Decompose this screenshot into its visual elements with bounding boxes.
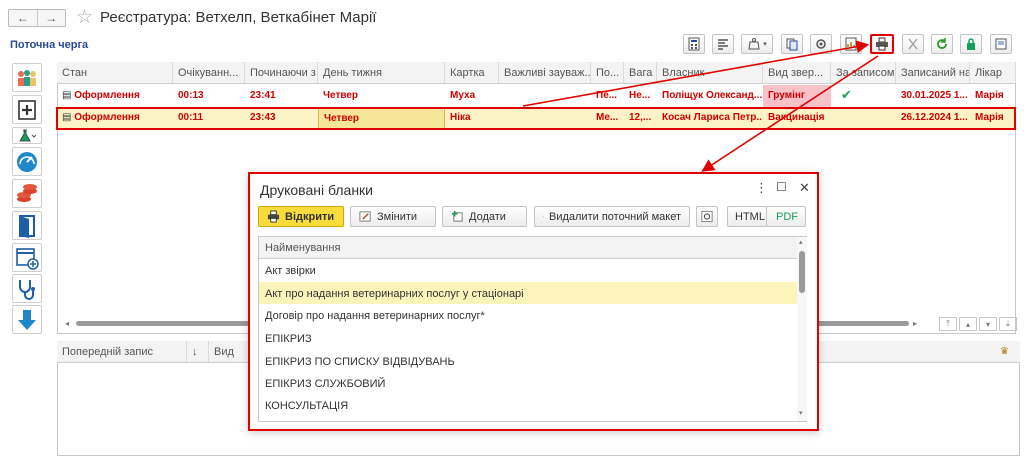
gear-icon bbox=[701, 210, 713, 223]
open-button[interactable]: Відкрити bbox=[258, 206, 344, 227]
add-icon bbox=[451, 210, 463, 222]
close-icon[interactable]: ✕ bbox=[799, 180, 810, 196]
print-forms-dialog: Друковані бланки ⋮ ☐ ✕ Відкрити Змінити … bbox=[248, 172, 819, 431]
arrow-print-to-dialog bbox=[701, 55, 879, 172]
list-item[interactable]: Акт про надання ветеринарних послуг у ст… bbox=[259, 282, 797, 304]
change-button[interactable]: Змінити bbox=[350, 206, 436, 227]
list-item[interactable]: ЕПІКРИЗ СЛУЖБОВИЙ bbox=[259, 372, 797, 394]
add-button[interactable]: Додати bbox=[442, 206, 527, 227]
maximize-icon[interactable]: ☐ bbox=[776, 180, 787, 194]
list-item[interactable]: КОНСУЛЬТАЦІЯ bbox=[259, 394, 797, 416]
html-button[interactable]: HTML bbox=[727, 206, 767, 227]
delete-layout-icon bbox=[543, 216, 544, 217]
list-item[interactable]: ЕПІКРИЗ ПО СПИСКУ ВІДВІДУВАНЬ bbox=[259, 350, 797, 372]
scroll-down-icon[interactable]: ▾ bbox=[799, 409, 803, 417]
dialog-title: Друковані бланки bbox=[260, 182, 373, 198]
forms-list: Найменування Акт звірки Акт про надання … bbox=[258, 236, 807, 422]
more-options-icon[interactable]: ⋮ bbox=[755, 180, 768, 196]
printer-icon bbox=[267, 210, 280, 223]
list-item[interactable]: Акт звірки bbox=[259, 259, 797, 281]
list-header-name[interactable]: Найменування bbox=[259, 237, 797, 259]
list-item[interactable]: Договір про надання ветеринарних послуг* bbox=[259, 304, 797, 326]
edit-icon bbox=[359, 211, 371, 222]
scrollbar-thumb[interactable] bbox=[799, 251, 805, 293]
scroll-up-icon[interactable]: ▴ bbox=[799, 238, 803, 246]
delete-layout-button[interactable]: Видалити поточний макет bbox=[534, 206, 690, 227]
list-item[interactable]: ЕПІКРИЗ bbox=[259, 327, 797, 349]
layout-settings-button[interactable] bbox=[696, 206, 718, 227]
vertical-scrollbar[interactable]: ▴ ▾ bbox=[797, 237, 807, 421]
pdf-button[interactable]: PDF bbox=[766, 206, 806, 227]
